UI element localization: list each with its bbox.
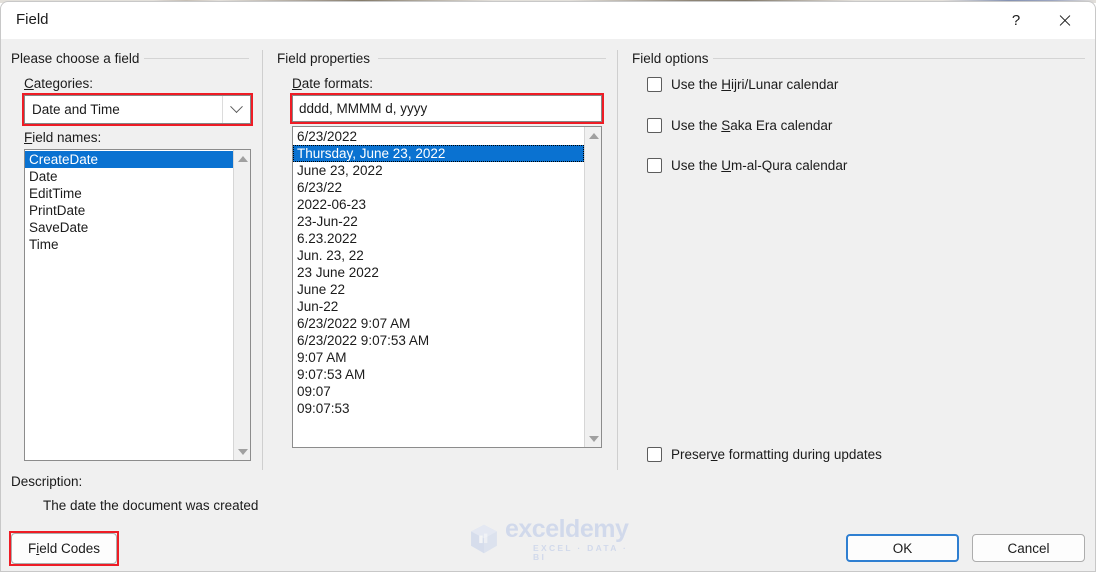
checkbox-saka-era-calendar[interactable]: Use the Saka Era calendar xyxy=(647,118,832,133)
list-item[interactable]: CreateDate xyxy=(25,151,233,168)
chevron-down-icon xyxy=(230,100,243,114)
list-item[interactable]: 6/23/2022 9:07 AM xyxy=(293,315,584,332)
checkbox-label: Use the Hijri/Lunar calendar xyxy=(671,77,839,92)
checkbox-icon[interactable] xyxy=(647,158,662,173)
watermark-tagline: EXCEL · DATA · BI xyxy=(533,543,629,562)
list-item[interactable]: 09:07:53 xyxy=(293,400,584,417)
watermark-text: exceldemy EXCEL · DATA · BI xyxy=(505,517,642,561)
scroll-down-button[interactable] xyxy=(234,443,250,460)
group-title-field-properties: Field properties xyxy=(277,51,371,66)
group-rule-right xyxy=(713,58,1085,59)
date-formats-listbox[interactable]: 6/23/2022 Thursday, June 23, 2022 June 2… xyxy=(292,126,602,448)
group-rule-middle xyxy=(378,58,606,59)
categories-combobox[interactable]: Date and Time xyxy=(24,95,251,124)
field-codes-label: Field Codes xyxy=(27,541,101,556)
cancel-button[interactable]: Cancel xyxy=(972,534,1085,562)
group-title-choose-field: Please choose a field xyxy=(11,51,140,66)
group-rule-left xyxy=(144,58,249,59)
close-icon xyxy=(1058,14,1071,27)
field-names-list: CreateDate Date EditTime PrintDate SaveD… xyxy=(25,150,233,460)
field-codes-button[interactable]: Field Codes xyxy=(11,533,117,564)
list-item[interactable]: 9:07:53 AM xyxy=(293,366,584,383)
checkbox-um-al-qura-calendar[interactable]: Use the Um-al-Qura calendar xyxy=(647,158,847,173)
checkbox-icon[interactable] xyxy=(647,447,662,462)
ok-label: OK xyxy=(892,540,913,556)
categories-label: Categories: xyxy=(24,76,94,91)
list-item[interactable]: EditTime xyxy=(25,185,233,202)
list-item[interactable]: PrintDate xyxy=(25,202,233,219)
list-item[interactable]: 6/23/2022 9:07:53 AM xyxy=(293,332,584,349)
scroll-up-button[interactable] xyxy=(585,127,601,144)
separator-left-middle xyxy=(262,50,263,470)
list-item[interactable]: 23-Jun-22 xyxy=(293,213,584,230)
list-item[interactable]: Time xyxy=(25,236,233,253)
list-item[interactable]: 2022-06-23 xyxy=(293,196,584,213)
group-title-field-options: Field options xyxy=(632,51,709,66)
cube-logo-icon xyxy=(471,524,497,554)
date-formats-list: 6/23/2022 Thursday, June 23, 2022 June 2… xyxy=(293,127,584,447)
checkbox-preserve-formatting[interactable]: Preserve formatting during updates xyxy=(647,447,882,462)
checkbox-icon[interactable] xyxy=(647,77,662,92)
list-item[interactable]: SaveDate xyxy=(25,219,233,236)
description-label: Description: xyxy=(11,474,83,489)
list-item[interactable]: 23 June 2022 xyxy=(293,264,584,281)
list-item[interactable]: 09:07 xyxy=(293,383,584,400)
date-formats-label: Date formats: xyxy=(292,76,374,91)
field-names-listbox[interactable]: CreateDate Date EditTime PrintDate SaveD… xyxy=(24,149,251,461)
question-mark-icon: ? xyxy=(1011,12,1021,29)
triangle-down-icon xyxy=(588,435,599,442)
scroll-up-button[interactable] xyxy=(234,150,250,167)
categories-dropdown-button[interactable] xyxy=(222,96,250,123)
description-text: The date the document was created xyxy=(43,498,259,513)
list-item[interactable]: Jun-22 xyxy=(293,298,584,315)
cancel-label: Cancel xyxy=(1007,540,1050,556)
date-formats-scrollbar[interactable] xyxy=(584,127,601,447)
list-item[interactable]: 6/23/2022 xyxy=(293,128,584,145)
triangle-up-icon xyxy=(237,155,248,162)
list-item[interactable]: Jun. 23, 22 xyxy=(293,247,584,264)
list-item[interactable]: 6.23.2022 xyxy=(293,230,584,247)
list-item[interactable]: June 22 xyxy=(293,281,584,298)
checkbox-hijri-lunar-calendar[interactable]: Use the Hijri/Lunar calendar xyxy=(647,77,838,92)
watermark-wordmark: exceldemy xyxy=(505,515,629,543)
dialog-titlebar: Field ? xyxy=(1,2,1095,39)
list-item[interactable]: June 23, 2022 xyxy=(293,162,584,179)
exceldemy-watermark: exceldemy EXCEL · DATA · BI xyxy=(467,517,642,561)
triangle-down-icon xyxy=(237,448,248,455)
checkbox-label: Use the Saka Era calendar xyxy=(671,118,833,133)
checkbox-icon[interactable] xyxy=(647,118,662,133)
checkbox-label: Use the Um-al-Qura calendar xyxy=(671,158,848,173)
list-item[interactable]: 9:07 AM xyxy=(293,349,584,366)
date-format-input[interactable]: dddd, MMMM d, yyyy xyxy=(292,95,602,122)
separator-middle-right xyxy=(617,50,618,470)
categories-value: Date and Time xyxy=(32,102,120,117)
list-item[interactable]: Thursday, June 23, 2022 xyxy=(293,145,584,162)
help-button[interactable]: ? xyxy=(993,2,1039,39)
field-dialog: Field ? Please choose a field Categories… xyxy=(0,1,1096,572)
list-item[interactable]: 6/23/22 xyxy=(293,179,584,196)
scroll-down-button[interactable] xyxy=(585,430,601,447)
field-names-label: Field names: xyxy=(24,130,102,145)
ok-button[interactable]: OK xyxy=(846,534,959,562)
checkbox-label: Preserve formatting during updates xyxy=(671,447,882,462)
list-item[interactable]: Date xyxy=(25,168,233,185)
close-button[interactable] xyxy=(1041,2,1087,39)
dialog-title: Field xyxy=(16,11,49,28)
field-names-scrollbar[interactable] xyxy=(233,150,250,460)
screen: Field ? Please choose a field Categories… xyxy=(0,0,1096,572)
triangle-up-icon xyxy=(588,132,599,139)
